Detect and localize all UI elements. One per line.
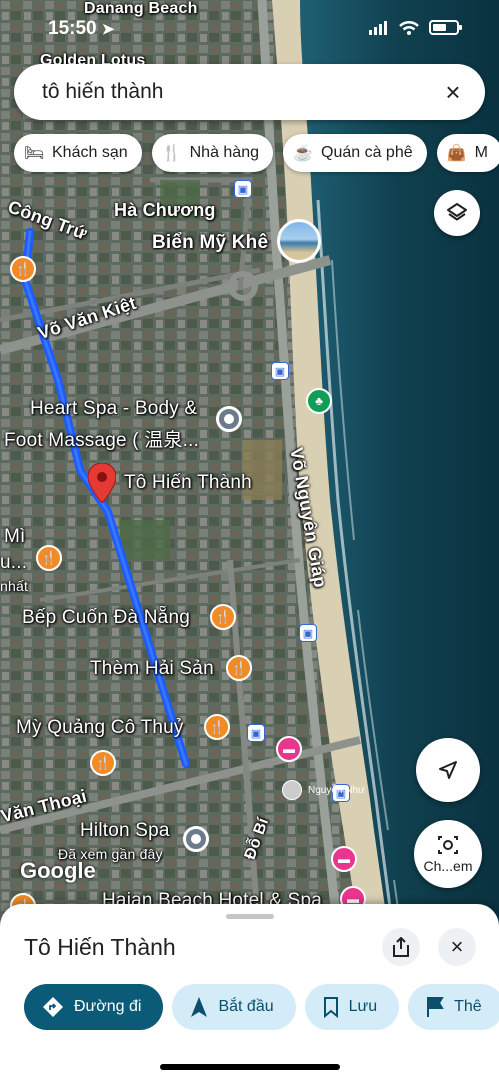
- map-label-them-hai-san[interactable]: Thèm Hải Sản: [90, 658, 214, 680]
- bus-stop-icon[interactable]: ▣: [299, 624, 317, 642]
- map-label-nhat: nhất: [0, 578, 29, 594]
- google-logo: Google: [20, 858, 96, 883]
- add-label-button[interactable]: Thê: [408, 984, 499, 1030]
- search-input[interactable]: tô hiến thành: [42, 80, 439, 104]
- contributor-name: Nguyễn Như: [308, 784, 365, 796]
- status-time-text: 15:50: [48, 18, 97, 39]
- map-label-hilton-spa[interactable]: Hilton Spa: [80, 820, 170, 842]
- camera-lens-icon: [438, 836, 458, 854]
- share-icon: [393, 937, 409, 957]
- close-icon[interactable]: ×: [439, 77, 467, 107]
- park-pin-icon[interactable]: ♣: [306, 388, 332, 414]
- bookmark-icon: [323, 997, 338, 1018]
- avatar: [282, 780, 302, 800]
- directions-label: Đường đi: [74, 998, 142, 1015]
- coffee-cup-icon: ☕: [293, 145, 313, 162]
- hotel-pin-icon[interactable]: ▬: [331, 846, 357, 872]
- map-label-mi-sub: u...: [0, 552, 28, 573]
- save-label: Lưu: [348, 998, 378, 1015]
- save-button[interactable]: Lưu: [304, 984, 400, 1030]
- fork-knife-icon: 🍴: [161, 145, 182, 162]
- beach-photo-thumbnail[interactable]: [277, 219, 321, 263]
- chip-label: M: [474, 144, 488, 161]
- action-buttons: Đường đi Bắt đầu Lưu Thê: [24, 984, 499, 1030]
- navigation-arrow-icon: [439, 761, 457, 779]
- map-label-mi: Mì: [4, 526, 26, 547]
- place-bottom-sheet[interactable]: Tô Hiến Thành × Đường đi Bắt đầu Lưu Thê: [0, 904, 499, 1080]
- chip-restaurants[interactable]: 🍴 Nhà hàng: [151, 134, 273, 172]
- status-icons: [369, 20, 462, 35]
- map-label-heart-spa-2[interactable]: Foot Massage ( 温泉...: [4, 425, 199, 452]
- layers-icon: [447, 203, 467, 221]
- close-icon: ×: [450, 934, 464, 959]
- cellular-signal-icon: [369, 20, 387, 35]
- restaurant-pin-icon[interactable]: 🍴: [204, 714, 230, 740]
- chip-hotels[interactable]: 🛏 Khách sạn: [14, 134, 142, 172]
- chip-label: Khách sạn: [52, 144, 128, 161]
- share-button[interactable]: [382, 928, 420, 966]
- start-label: Bắt đầu: [218, 998, 274, 1015]
- status-time: 15:50 ➤: [48, 18, 114, 40]
- place-title: Tô Hiến Thành: [24, 934, 176, 960]
- map-label-to-hien-thanh[interactable]: Tô Hiến Thành: [124, 472, 252, 494]
- chip-shopping[interactable]: 👜 M: [436, 134, 499, 172]
- map-label-my-quang[interactable]: Mỳ Quảng Cô Thuỷ: [16, 717, 184, 739]
- directions-button[interactable]: Đường đi: [24, 984, 164, 1030]
- category-chips: 🛏 Khách sạn 🍴 Nhà hàng ☕ Quán cà phê 👜 M: [14, 134, 499, 172]
- map-label-bep-cuon[interactable]: Bếp Cuốn Đà Nẵng: [22, 607, 190, 629]
- restaurant-pin-icon[interactable]: 🍴: [36, 545, 62, 571]
- restaurant-pin-icon[interactable]: 🍴: [10, 256, 36, 282]
- map-label-danang-beach: Danang Beach: [84, 0, 198, 17]
- shopping-bag-icon: 👜: [446, 145, 467, 162]
- bus-stop-icon[interactable]: ▣: [271, 362, 289, 380]
- home-indicator: [160, 1064, 340, 1070]
- map-label-heart-spa-1[interactable]: Heart Spa - Body &: [30, 398, 197, 420]
- spa-pin-icon[interactable]: [216, 406, 242, 432]
- search-bar[interactable]: tô hiến thành ×: [14, 64, 485, 120]
- map-label-ha-chuong: Hà Chương: [114, 200, 216, 220]
- navigation-arrow-icon: [191, 997, 208, 1017]
- restaurant-pin-icon[interactable]: 🍴: [226, 655, 252, 681]
- bus-stop-icon[interactable]: ▣: [234, 180, 252, 198]
- layers-button[interactable]: [434, 190, 480, 236]
- battery-icon: [429, 20, 462, 35]
- drag-handle[interactable]: [226, 914, 274, 919]
- lens-button[interactable]: Ch...em: [414, 820, 482, 888]
- add-label-label: Thê: [454, 998, 482, 1015]
- start-button[interactable]: Bắt đầu: [172, 984, 296, 1030]
- spa-pin-icon[interactable]: [183, 826, 209, 852]
- chip-label: Quán cà phê: [321, 144, 413, 161]
- location-pin-icon[interactable]: [88, 463, 116, 503]
- directions-icon: [43, 997, 63, 1017]
- my-location-button[interactable]: [416, 738, 480, 802]
- contributor-chip[interactable]: Nguyễn Như: [282, 780, 365, 800]
- lens-label: Ch...em: [423, 858, 473, 874]
- restaurant-pin-icon[interactable]: 🍴: [210, 604, 236, 630]
- wifi-icon: [399, 20, 419, 35]
- location-arrow-icon: ➤: [101, 21, 115, 38]
- hotel-pin-icon[interactable]: ▬: [276, 736, 302, 762]
- bus-stop-icon[interactable]: ▣: [247, 724, 265, 742]
- close-sheet-button[interactable]: ×: [438, 928, 476, 966]
- restaurant-pin-icon[interactable]: 🍴: [90, 750, 116, 776]
- map-label-bien-my-khe: Biển Mỹ Khê: [152, 232, 269, 253]
- bed-icon: 🛏: [24, 145, 45, 162]
- chip-cafes[interactable]: ☕ Quán cà phê: [283, 134, 427, 172]
- flag-icon: [427, 997, 444, 1017]
- chip-label: Nhà hàng: [189, 144, 259, 161]
